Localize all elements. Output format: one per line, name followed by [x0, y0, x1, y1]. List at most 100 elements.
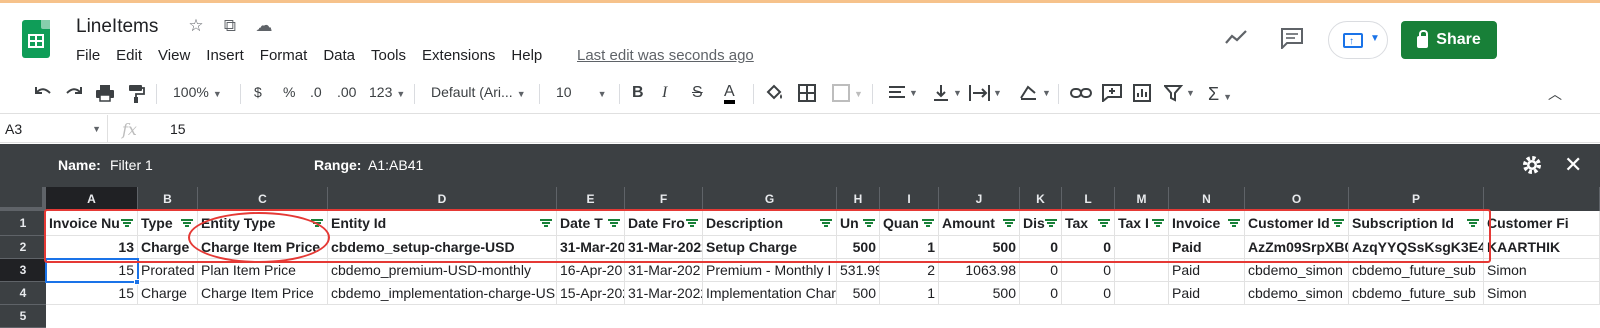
horizontal-align-icon[interactable]: ▼	[888, 84, 918, 105]
decrease-decimal-button[interactable]: .0	[310, 84, 322, 100]
column-header-next[interactable]	[1484, 187, 1600, 211]
header-cell-label: Customer Fi	[1487, 215, 1569, 231]
menu-help[interactable]: Help	[511, 47, 542, 64]
comment-icon[interactable]	[1280, 27, 1304, 55]
bold-button[interactable]: B	[632, 84, 644, 102]
column-header-d[interactable]: D	[328, 187, 557, 211]
font-family-select[interactable]: Default (Ari... ▼	[431, 84, 526, 100]
grid-cell[interactable]: Simon	[1484, 282, 1600, 305]
filter-icon[interactable]: ▼	[1162, 84, 1196, 105]
grid-cell[interactable]: Paid	[1169, 282, 1245, 305]
vertical-align-icon[interactable]: ▼	[932, 84, 962, 105]
column-header-i[interactable]: I	[880, 187, 939, 211]
borders-icon[interactable]	[798, 84, 816, 105]
insert-link-icon[interactable]	[1070, 84, 1092, 105]
menu-tools[interactable]: Tools	[371, 47, 406, 64]
grid-cell[interactable]: Simon	[1484, 259, 1600, 282]
menu-insert[interactable]: Insert	[206, 47, 244, 64]
gear-icon[interactable]	[1521, 154, 1543, 176]
grid-cell[interactable]: 1	[880, 282, 939, 305]
grid-cell[interactable]: 0	[1020, 282, 1062, 305]
grid-cell[interactable]: cbdemo_simon	[1245, 282, 1349, 305]
formula-input[interactable]: 15	[170, 121, 186, 137]
select-all-corner[interactable]	[0, 187, 46, 211]
share-button[interactable]: Share	[1401, 21, 1497, 59]
sheets-logo-icon[interactable]	[22, 20, 50, 58]
document-title[interactable]: LineItems	[76, 16, 158, 38]
percent-format-button[interactable]: %	[283, 84, 295, 100]
column-header-k[interactable]: K	[1020, 187, 1062, 211]
row-header-2[interactable]: 2	[0, 236, 46, 259]
column-header-n[interactable]: N	[1169, 187, 1245, 211]
fill-color-icon[interactable]	[765, 84, 785, 105]
collapse-toolbar-icon[interactable]: ︿	[1548, 84, 1562, 104]
row-header-4[interactable]: 4	[0, 282, 46, 305]
font-size-select[interactable]: 10 ▼	[556, 84, 607, 100]
strikethrough-button[interactable]: S	[692, 84, 703, 102]
filter-range-input[interactable]: A1:AB41	[368, 157, 423, 173]
grid-cell[interactable]: cbdemo_future_sub	[1349, 282, 1484, 305]
grid-cell[interactable]: 500	[939, 282, 1020, 305]
insert-comment-icon[interactable]	[1102, 84, 1122, 105]
grid-cell[interactable]: KAARTHIK	[1484, 236, 1600, 259]
column-header-m[interactable]: M	[1115, 187, 1169, 211]
column-header-h[interactable]: H	[837, 187, 880, 211]
fill-handle[interactable]	[134, 279, 140, 285]
last-edit-link[interactable]: Last edit was seconds ago	[577, 47, 754, 64]
grid-cell[interactable]: Charge	[138, 282, 198, 305]
grid-cell[interactable]: 0	[1062, 282, 1115, 305]
menu-edit[interactable]: Edit	[116, 47, 142, 64]
redo-icon[interactable]	[64, 84, 84, 105]
grid-cell[interactable]: cbdemo_implementation-charge-USD	[328, 282, 557, 305]
close-icon[interactable]: ✕	[1564, 152, 1582, 178]
column-header-g[interactable]: G	[703, 187, 837, 211]
menu-extensions[interactable]: Extensions	[422, 47, 495, 64]
paint-format-icon[interactable]	[127, 84, 145, 107]
column-header-p[interactable]: P	[1349, 187, 1484, 211]
star-icon[interactable]: ☆	[186, 16, 206, 36]
grid-cell[interactable]: Implementation Charg	[703, 282, 837, 305]
text-wrap-icon[interactable]: ▼	[968, 84, 1002, 105]
row-header-1[interactable]: 1	[0, 211, 46, 236]
menu-format[interactable]: Format	[260, 47, 308, 64]
present-button[interactable]: ↑ ▼	[1328, 21, 1388, 59]
grid-cell[interactable]	[1115, 282, 1169, 305]
italic-button[interactable]: I	[662, 84, 667, 102]
grid-cell[interactable]: 31-Mar-2022	[625, 282, 703, 305]
grid-cell[interactable]: 500	[837, 282, 880, 305]
functions-icon[interactable]: Σ ▼	[1208, 84, 1232, 105]
svg-text:▼: ▼	[953, 88, 962, 98]
currency-format-button[interactable]: $	[254, 84, 262, 100]
menu-data[interactable]: Data	[323, 47, 355, 64]
column-header-a[interactable]: A	[46, 187, 138, 211]
zoom-select[interactable]: 100% ▼	[173, 84, 222, 100]
more-formats-select[interactable]: 123 ▼	[369, 84, 405, 100]
insert-chart-icon[interactable]	[1133, 84, 1151, 105]
cloud-status-icon[interactable]: ☁	[254, 16, 274, 36]
print-icon[interactable]	[95, 84, 115, 105]
menu-view[interactable]: View	[158, 47, 190, 64]
grid-cell[interactable]: 15	[46, 282, 138, 305]
header-cell[interactable]: Customer Fi	[1484, 211, 1600, 236]
column-header-c[interactable]: C	[198, 187, 328, 211]
column-header-l[interactable]: L	[1062, 187, 1115, 211]
text-rotation-icon[interactable]: ▼	[1018, 84, 1052, 105]
merge-cells-icon[interactable]: ▼	[832, 84, 863, 105]
text-color-button[interactable]: A	[724, 84, 735, 104]
column-header-f[interactable]: F	[625, 187, 703, 211]
column-header-o[interactable]: O	[1245, 187, 1349, 211]
column-header-j[interactable]: J	[939, 187, 1020, 211]
move-folder-icon[interactable]: ⧉	[220, 16, 240, 36]
undo-icon[interactable]	[33, 84, 53, 105]
name-box[interactable]: A3 ▼	[0, 115, 108, 143]
grid-cell[interactable]: Charge Item Price	[198, 282, 328, 305]
column-header-b[interactable]: B	[138, 187, 198, 211]
trend-icon[interactable]	[1224, 27, 1248, 53]
filter-name-input[interactable]: Filter 1	[110, 157, 153, 173]
menu-file[interactable]: File	[76, 47, 100, 64]
row-header-5[interactable]: 5	[0, 305, 46, 328]
row-header-3[interactable]: 3	[0, 259, 46, 282]
grid-cell[interactable]: 15-Apr-202	[557, 282, 625, 305]
increase-decimal-button[interactable]: .00	[337, 84, 356, 100]
column-header-e[interactable]: E	[557, 187, 625, 211]
